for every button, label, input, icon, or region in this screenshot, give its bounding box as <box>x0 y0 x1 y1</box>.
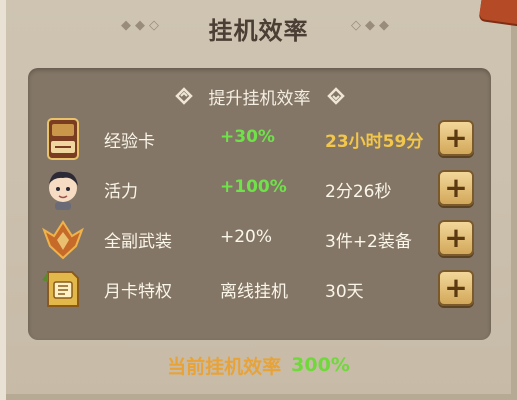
add-vitality-button[interactable]: + <box>438 170 474 206</box>
current-efficiency-label: 当前挂机效率 <box>167 355 282 378</box>
title-decoration-left: ◆◆◇ <box>121 18 163 33</box>
left-ornament-icon <box>174 87 193 105</box>
panel-title: 挂机效率 <box>208 16 309 45</box>
list-item-exp-card: 经验卡 +30% 23小时59分 + <box>40 116 485 162</box>
list-item-vitality: 活力 +100% 2分26秒 + <box>40 166 485 212</box>
current-efficiency-value: 300% <box>291 354 350 376</box>
row-bonus: +100% <box>220 177 287 197</box>
add-armor-button[interactable]: + <box>438 220 474 256</box>
vitality-avatar-icon <box>40 166 86 212</box>
list-item-full-armor: 全副武装 +20% 3件+2装备 + <box>40 216 485 262</box>
row-name: 活力 <box>104 182 138 202</box>
row-name: 经验卡 <box>104 132 155 152</box>
row-name: 月卡特权 <box>104 282 172 302</box>
title-decoration-right: ◇◆◆ <box>351 18 393 33</box>
idle-efficiency-panel: ◆◆◇ 挂机效率 ◇◆◆ 提升挂机效率 经验卡 +30% 23小时59分 + 活… <box>0 0 517 400</box>
current-efficiency: 当前挂机效率 300% <box>6 350 511 380</box>
section-header: 提升挂机效率 <box>28 82 491 110</box>
armor-helmet-icon <box>40 216 86 262</box>
monthly-card-icon <box>40 266 86 312</box>
section-title: 提升挂机效率 <box>208 88 311 109</box>
row-bonus: 离线挂机 <box>220 282 288 302</box>
row-timer: 23小时59分 <box>325 132 424 152</box>
panel-bottom-border <box>6 394 511 400</box>
row-bonus: +20% <box>220 227 273 247</box>
row-timer: 2分26秒 <box>325 182 392 202</box>
add-monthly-card-button[interactable]: + <box>438 270 474 306</box>
row-duration: 30天 <box>325 282 364 302</box>
efficiency-list-panel: 提升挂机效率 经验卡 +30% 23小时59分 + 活力 +100% 2分26秒… <box>28 68 491 340</box>
title-bar: ◆◆◇ 挂机效率 ◇◆◆ <box>6 0 511 56</box>
list-item-monthly-card: 月卡特权 离线挂机 30天 + <box>40 266 485 312</box>
exp-card-icon <box>40 116 86 162</box>
row-equipment: 3件+2装备 <box>325 232 412 252</box>
row-bonus: +30% <box>220 127 275 147</box>
row-name: 全副武装 <box>104 232 172 252</box>
right-ornament-icon <box>326 87 345 105</box>
add-exp-card-button[interactable]: + <box>438 120 474 156</box>
